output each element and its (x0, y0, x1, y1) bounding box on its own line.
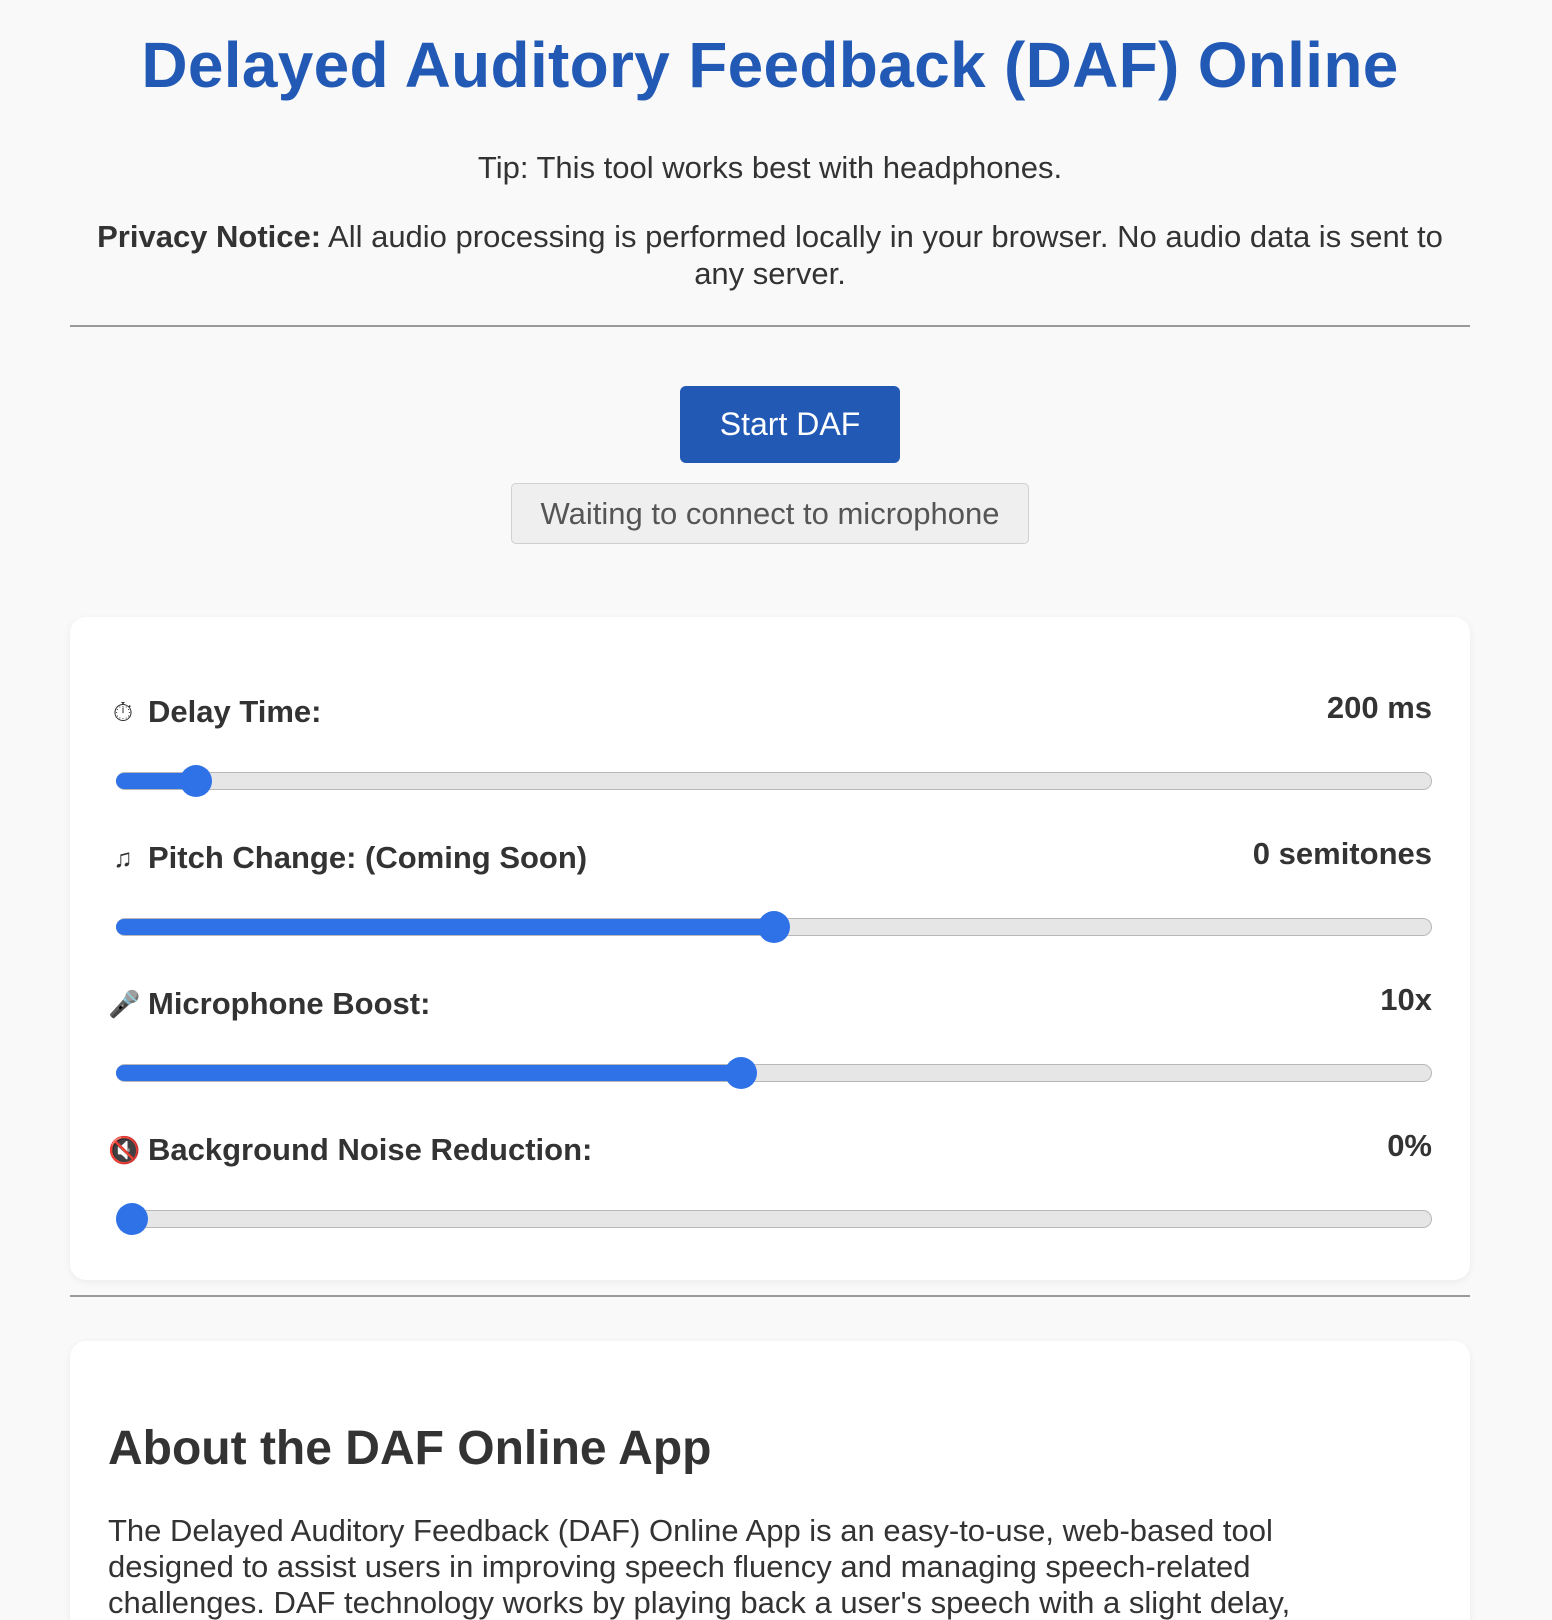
slider-track (116, 772, 1432, 790)
pitch-change-label: ♫ Pitch Change: (Coming Soon) (108, 840, 587, 876)
microphone-boost-slider[interactable] (116, 1057, 1432, 1089)
stopwatch-icon: ⏱ (112, 697, 134, 727)
divider (70, 325, 1470, 327)
slider-thumb[interactable] (116, 1203, 148, 1235)
microphone-status: Waiting to connect to microphone (511, 483, 1029, 544)
slider-fill (116, 1065, 741, 1081)
controls-panel: ⏱ Delay Time: 200 ms ♫ Pitch Change: (Co… (70, 617, 1470, 1280)
delay-time-control: ⏱ Delay Time: 200 ms (108, 690, 1432, 814)
microphone-boost-control: 🎤 Microphone Boost: 10x (108, 982, 1432, 1106)
divider (70, 1295, 1470, 1297)
about-section: About the DAF Online App The Delayed Aud… (70, 1341, 1470, 1620)
noise-reduction-label: 🔇 Background Noise Reduction: (108, 1132, 592, 1168)
start-daf-button[interactable]: Start DAF (680, 386, 900, 463)
privacy-notice: Privacy Notice: All audio processing is … (70, 218, 1470, 292)
noise-reduction-label-text: Background Noise Reduction: (148, 1132, 593, 1167)
slider-thumb[interactable] (180, 765, 213, 797)
pitch-change-label-text: Pitch Change: (Coming Soon) (148, 840, 588, 875)
pitch-change-value: 0 semitones (1252, 836, 1432, 871)
page-title: Delayed Auditory Feedback (DAF) Online (141, 29, 1399, 101)
noise-reduction-control: 🔇 Background Noise Reduction: 0% (108, 1128, 1432, 1252)
microphone-boost-label: 🎤 Microphone Boost: (108, 986, 430, 1022)
delay-time-value: 200 ms (1326, 690, 1432, 725)
slider-thumb[interactable] (724, 1057, 757, 1089)
page: Delayed Auditory Feedback (DAF) Online T… (0, 0, 1552, 1620)
about-title: About the DAF Online App (108, 1422, 712, 1475)
noise-reduction-value: 0% (1387, 1128, 1432, 1163)
about-text: The Delayed Auditory Feedback (DAF) Onli… (108, 1513, 1291, 1620)
slider-thumb[interactable] (758, 911, 790, 943)
privacy-notice-label: Privacy Notice: (97, 219, 322, 254)
slider-fill (116, 919, 774, 935)
delay-time-label: ⏱ Delay Time: (108, 694, 322, 730)
music-note-icon: ♫ (113, 843, 133, 873)
microphone-boost-value: 10x (1380, 982, 1432, 1017)
pitch-change-slider[interactable] (116, 911, 1432, 943)
delay-time-slider[interactable] (116, 765, 1432, 797)
microphone-boost-label-text: Microphone Boost: (148, 986, 431, 1021)
microphone-icon: 🎤 (108, 989, 141, 1019)
pitch-change-control: ♫ Pitch Change: (Coming Soon) 0 semitone… (108, 836, 1432, 960)
muted-speaker-icon: 🔇 (108, 1135, 141, 1165)
slider-track (116, 1210, 1432, 1228)
delay-time-label-text: Delay Time: (148, 694, 322, 729)
privacy-notice-text: All audio processing is performed locall… (321, 219, 1443, 291)
noise-reduction-slider[interactable] (116, 1203, 1432, 1235)
headphones-tip: Tip: This tool works best with headphone… (477, 150, 1063, 185)
